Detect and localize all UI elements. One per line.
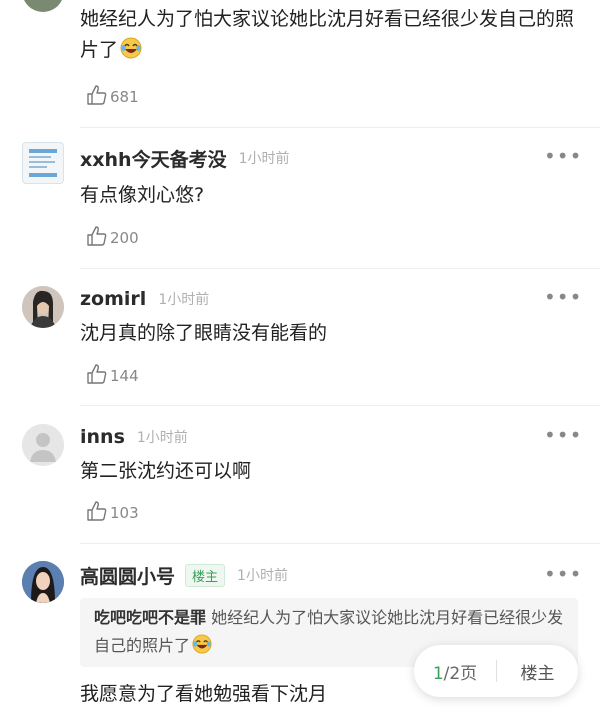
comment-header: zomirl 1小时前 — [80, 287, 209, 311]
comment-text: 有点像刘心悠? — [80, 184, 205, 206]
comment-text: 沈月真的除了眼睛没有能看的 — [80, 322, 328, 344]
comment-header: xxhh今天备考没 1小时前 — [80, 145, 290, 172]
username[interactable]: xxhh今天备考没 — [80, 145, 227, 172]
comment-thread: 她经纪人为了怕大家议论她比沈月好看已经很少发自己的照片了 681 xxhh今天备… — [0, 0, 600, 723]
like-count: 103 — [110, 504, 139, 522]
avatar[interactable] — [22, 286, 64, 328]
divider — [80, 268, 600, 269]
more-options-button[interactable]: ••• — [544, 562, 582, 586]
more-options-button[interactable]: ••• — [544, 423, 582, 447]
avatar[interactable] — [22, 142, 64, 184]
username[interactable]: inns — [80, 426, 125, 448]
username[interactable]: zomirl — [80, 288, 146, 310]
comment-text: 她经纪人为了怕大家议论她比沈月好看已经很少发自己的照片了 — [80, 4, 575, 69]
quote-author[interactable]: 吃吧吃吧不是罪 — [94, 608, 206, 627]
comment-text: 第二张沈约还可以啊 — [80, 460, 252, 482]
username[interactable]: 高圆圆小号 — [80, 562, 175, 589]
divider — [80, 543, 600, 544]
like-button[interactable]: 103 — [86, 500, 139, 526]
like-button[interactable]: 681 — [86, 84, 139, 110]
more-options-button[interactable]: ••• — [544, 285, 582, 309]
like-count: 144 — [110, 367, 139, 385]
laughing-tears-emoji-icon — [192, 634, 212, 663]
laughing-tears-emoji-icon — [120, 37, 142, 69]
like-count: 681 — [110, 88, 139, 106]
more-options-button[interactable]: ••• — [544, 144, 582, 168]
thumbs-up-icon — [86, 500, 108, 526]
timestamp: 1小时前 — [237, 568, 288, 584]
page-navigator: 1/2页 楼主 — [414, 645, 578, 697]
timestamp: 1小时前 — [238, 151, 290, 167]
divider — [80, 127, 600, 128]
like-count: 200 — [110, 229, 139, 247]
thumbs-up-icon — [86, 84, 108, 110]
like-button[interactable]: 144 — [86, 363, 139, 389]
only-op-button[interactable]: 楼主 — [497, 659, 578, 684]
comment-header: 高圆圆小号 楼主 1小时前 — [80, 562, 288, 589]
avatar[interactable] — [22, 561, 64, 603]
avatar[interactable] — [22, 424, 64, 466]
thumbs-up-icon — [86, 225, 108, 251]
current-page: 1 — [432, 663, 444, 684]
comment-header: inns 1小时前 — [80, 425, 188, 449]
divider — [80, 405, 600, 406]
op-badge: 楼主 — [185, 563, 226, 587]
like-button[interactable]: 200 — [86, 225, 139, 251]
page-indicator-button[interactable]: 1/2页 — [414, 659, 496, 684]
total-pages: /2页 — [443, 663, 478, 684]
comment-text: 我愿意为了看她勉强看下沈月 — [80, 683, 328, 705]
timestamp: 1小时前 — [158, 292, 210, 308]
thumbs-up-icon — [86, 363, 108, 389]
avatar[interactable] — [22, 0, 64, 12]
timestamp: 1小时前 — [136, 430, 188, 446]
